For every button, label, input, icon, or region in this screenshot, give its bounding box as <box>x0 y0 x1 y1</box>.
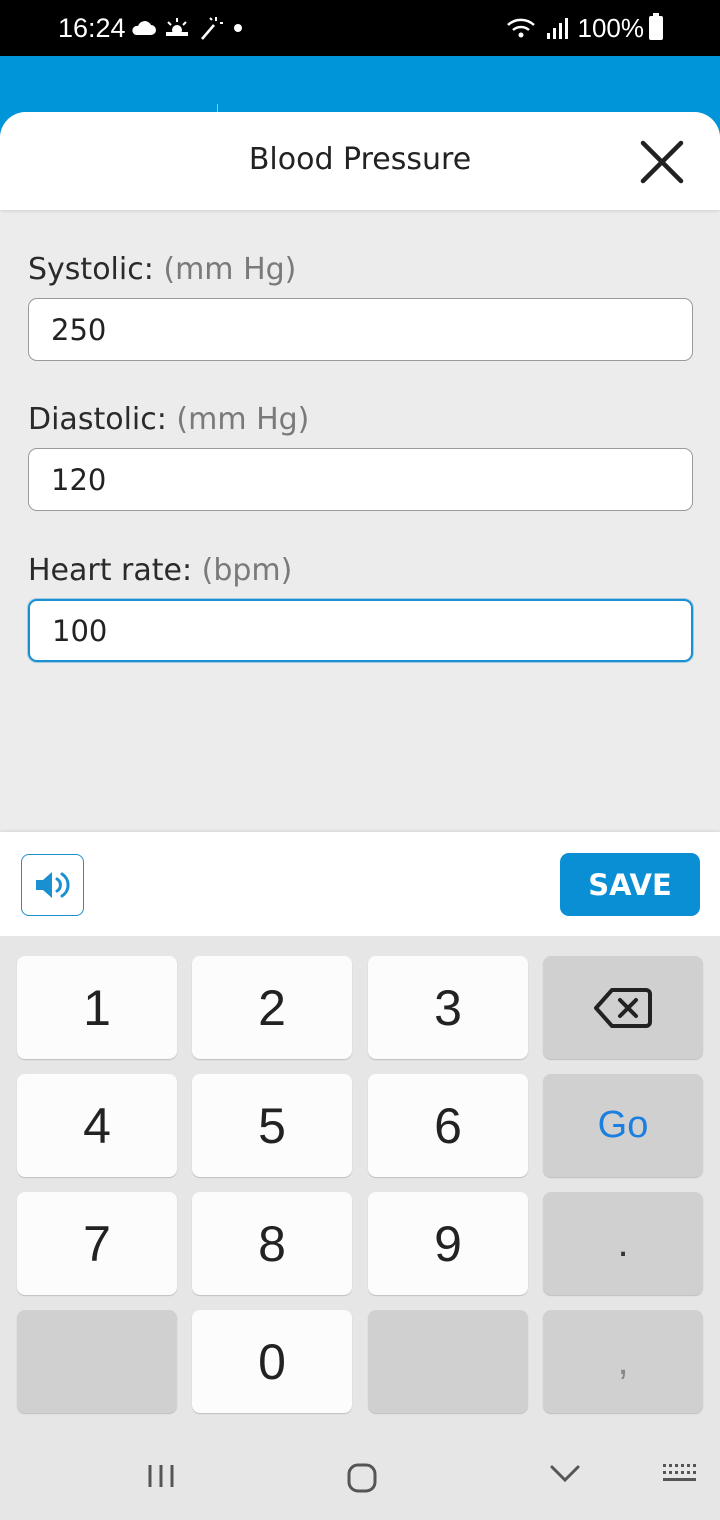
key-7[interactable]: 7 <box>17 1192 177 1295</box>
backspace-icon <box>594 987 652 1028</box>
key-6[interactable]: 6 <box>368 1074 528 1177</box>
key-8[interactable]: 8 <box>192 1192 352 1295</box>
heart-rate-unit: (bpm) <box>201 553 293 588</box>
action-bar: SAVE <box>0 832 720 936</box>
cloud-icon <box>132 21 156 35</box>
period-key[interactable]: . <box>543 1192 703 1295</box>
recent-apps-button[interactable] <box>146 1462 176 1490</box>
blood-pressure-dialog: Blood Pressure Systolic: (mm Hg) Diastol… <box>0 112 720 832</box>
navigation-bar <box>0 1430 720 1520</box>
go-key[interactable]: Go <box>543 1074 703 1177</box>
back-icon <box>550 1465 580 1483</box>
systolic-label-text: Systolic: <box>28 252 154 287</box>
key-5[interactable]: 5 <box>192 1074 352 1177</box>
key-0[interactable]: 0 <box>192 1310 352 1413</box>
key-1[interactable]: 1 <box>17 956 177 1059</box>
close-icon <box>640 140 684 184</box>
back-button[interactable] <box>549 1462 581 1484</box>
magic-wand-icon <box>201 17 223 40</box>
comma-key[interactable]: , <box>543 1310 703 1413</box>
dot-icon <box>234 24 242 32</box>
home-button[interactable] <box>346 1462 378 1494</box>
battery-icon <box>649 13 663 40</box>
home-icon <box>347 1463 377 1493</box>
key-9[interactable]: 9 <box>368 1192 528 1295</box>
status-time: 16:24 <box>58 13 126 43</box>
key-2[interactable]: 2 <box>192 956 352 1059</box>
empty-key-right <box>368 1310 528 1413</box>
keyboard-switch-button[interactable] <box>662 1462 696 1486</box>
key-4[interactable]: 4 <box>17 1074 177 1177</box>
save-button[interactable]: SAVE <box>560 853 700 916</box>
speaker-icon <box>35 872 69 898</box>
diastolic-label-text: Diastolic: <box>28 402 167 437</box>
systolic-input[interactable] <box>28 298 693 361</box>
key-3[interactable]: 3 <box>368 956 528 1059</box>
diastolic-label: Diastolic: (mm Hg) <box>28 402 309 437</box>
heart-rate-input[interactable] <box>28 599 693 662</box>
speaker-button[interactable] <box>21 854 84 916</box>
systolic-unit: (mm Hg) <box>163 252 297 287</box>
notification-icons <box>130 14 244 42</box>
recent-apps-icon <box>148 1465 174 1487</box>
dialog-header: Blood Pressure <box>0 112 720 210</box>
signal-icon <box>546 18 568 39</box>
backspace-key[interactable] <box>543 956 703 1059</box>
systolic-label: Systolic: (mm Hg) <box>28 252 296 287</box>
empty-key-left <box>17 1310 177 1413</box>
diastolic-input[interactable] <box>28 448 693 511</box>
heart-rate-label-text: Heart rate: <box>28 553 193 588</box>
diastolic-unit: (mm Hg) <box>176 402 310 437</box>
close-button[interactable] <box>638 138 686 186</box>
heart-rate-label: Heart rate: (bpm) <box>28 553 292 588</box>
sunrise-icon <box>166 18 188 36</box>
dialog-title: Blood Pressure <box>248 142 472 177</box>
keyboard-switch-icon <box>663 1464 696 1481</box>
status-bar: 16:24 100% <box>0 0 720 56</box>
system-status-icons: 100% <box>506 12 645 43</box>
wifi-icon <box>506 18 535 38</box>
battery-percentage: 100% <box>577 12 645 43</box>
